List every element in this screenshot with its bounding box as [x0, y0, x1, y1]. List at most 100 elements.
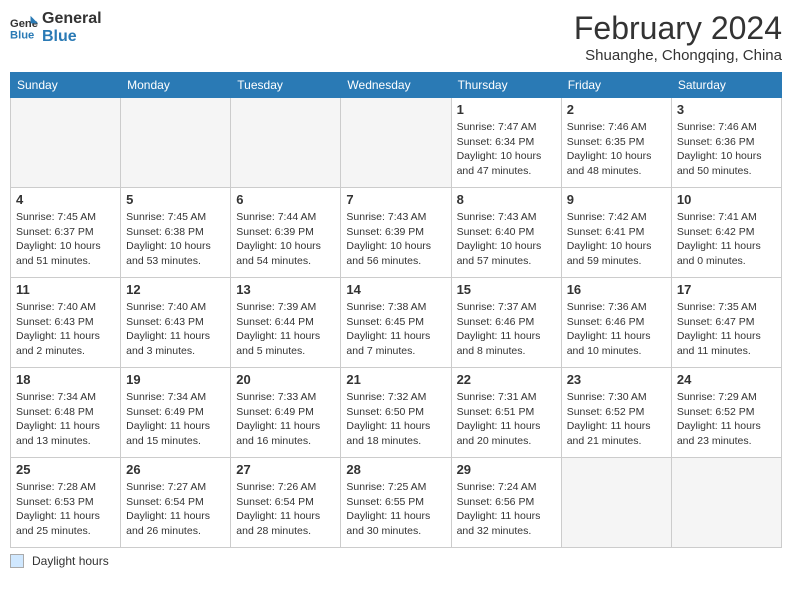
header-saturday: Saturday [671, 73, 781, 98]
table-row [121, 98, 231, 188]
day-info: Sunrise: 7:27 AM Sunset: 6:54 PM Dayligh… [126, 480, 225, 539]
logo-line2: Blue [42, 28, 102, 46]
logo: General Blue General Blue [10, 10, 102, 45]
day-number: 4 [16, 192, 115, 207]
day-info: Sunrise: 7:47 AM Sunset: 6:34 PM Dayligh… [457, 120, 556, 179]
header-tuesday: Tuesday [231, 73, 341, 98]
table-row: 19 Sunrise: 7:34 AM Sunset: 6:49 PM Dayli… [121, 368, 231, 458]
table-row [671, 458, 781, 548]
day-info: Sunrise: 7:46 AM Sunset: 6:35 PM Dayligh… [567, 120, 666, 179]
day-info: Sunrise: 7:32 AM Sunset: 6:50 PM Dayligh… [346, 390, 445, 449]
table-row: 18Sunrise: 7:34 AM Sunset: 6:48 PM Dayli… [11, 368, 121, 458]
table-row: 26 Sunrise: 7:27 AM Sunset: 6:54 PM Dayli… [121, 458, 231, 548]
header-thursday: Thursday [451, 73, 561, 98]
svg-text:Blue: Blue [10, 29, 34, 41]
table-row [231, 98, 341, 188]
table-row: 5 Sunrise: 7:45 AM Sunset: 6:38 PM Daylig… [121, 188, 231, 278]
day-number: 27 [236, 462, 335, 477]
day-info: Sunrise: 7:33 AM Sunset: 6:49 PM Dayligh… [236, 390, 335, 449]
day-number: 6 [236, 192, 335, 207]
title-area: February 2024 Shuanghe, Chongqing, China [574, 10, 782, 64]
month-year-title: February 2024 [574, 10, 782, 47]
table-row: 13 Sunrise: 7:39 AM Sunset: 6:44 PM Dayli… [231, 278, 341, 368]
table-row: 4 Sunrise: 7:45 AM Sunset: 6:37 PM Daylig… [11, 188, 121, 278]
day-info: Sunrise: 7:40 AM Sunset: 6:43 PM Dayligh… [16, 300, 115, 359]
header-friday: Friday [561, 73, 671, 98]
day-info: Sunrise: 7:34 AM Sunset: 6:49 PM Dayligh… [126, 390, 225, 449]
table-row: 8 Sunrise: 7:43 AM Sunset: 6:40 PM Daylig… [451, 188, 561, 278]
day-number: 8 [457, 192, 556, 207]
table-row: 2 Sunrise: 7:46 AM Sunset: 6:35 PM Daylig… [561, 98, 671, 188]
day-info: Sunrise: 7:46 AM Sunset: 6:36 PM Dayligh… [677, 120, 776, 179]
day-info: Sunrise: 7:31 AM Sunset: 6:51 PM Dayligh… [457, 390, 556, 449]
day-number: 14 [346, 282, 445, 297]
day-number: 22 [457, 372, 556, 387]
day-info: Sunrise: 7:45 AM Sunset: 6:38 PM Dayligh… [126, 210, 225, 269]
day-number: 5 [126, 192, 225, 207]
day-number: 19 [126, 372, 225, 387]
day-info: Sunrise: 7:45 AM Sunset: 6:37 PM Dayligh… [16, 210, 115, 269]
table-row: 22 Sunrise: 7:31 AM Sunset: 6:51 PM Dayli… [451, 368, 561, 458]
table-row: 14Sunrise: 7:38 AM Sunset: 6:45 PM Dayli… [341, 278, 451, 368]
day-info: Sunrise: 7:24 AM Sunset: 6:56 PM Dayligh… [457, 480, 556, 539]
table-row: 29 Sunrise: 7:24 AM Sunset: 6:56 PM Dayli… [451, 458, 561, 548]
table-row: 1 Sunrise: 7:47 AM Sunset: 6:34 PM Daylig… [451, 98, 561, 188]
day-number: 17 [677, 282, 776, 297]
calendar-week-5: 25Sunrise: 7:28 AM Sunset: 6:53 PM Dayli… [11, 458, 782, 548]
table-row: 25Sunrise: 7:28 AM Sunset: 6:53 PM Dayli… [11, 458, 121, 548]
day-number: 10 [677, 192, 776, 207]
day-info: Sunrise: 7:39 AM Sunset: 6:44 PM Dayligh… [236, 300, 335, 359]
table-row: 9 Sunrise: 7:42 AM Sunset: 6:41 PM Daylig… [561, 188, 671, 278]
day-number: 1 [457, 102, 556, 117]
day-number: 26 [126, 462, 225, 477]
table-row: 23Sunrise: 7:30 AM Sunset: 6:52 PM Dayli… [561, 368, 671, 458]
table-row: 6Sunrise: 7:44 AM Sunset: 6:39 PM Daylig… [231, 188, 341, 278]
table-row: 10 Sunrise: 7:41 AM Sunset: 6:42 PM Dayli… [671, 188, 781, 278]
day-number: 28 [346, 462, 445, 477]
day-info: Sunrise: 7:29 AM Sunset: 6:52 PM Dayligh… [677, 390, 776, 449]
day-info: Sunrise: 7:41 AM Sunset: 6:42 PM Dayligh… [677, 210, 776, 269]
calendar-week-1: 1 Sunrise: 7:47 AM Sunset: 6:34 PM Daylig… [11, 98, 782, 188]
day-number: 7 [346, 192, 445, 207]
day-info: Sunrise: 7:30 AM Sunset: 6:52 PM Dayligh… [567, 390, 666, 449]
day-number: 9 [567, 192, 666, 207]
day-number: 16 [567, 282, 666, 297]
table-row: 12 Sunrise: 7:40 AM Sunset: 6:43 PM Dayli… [121, 278, 231, 368]
daylight-legend-label: Daylight hours [32, 554, 109, 568]
day-info: Sunrise: 7:35 AM Sunset: 6:47 PM Dayligh… [677, 300, 776, 359]
table-row: 15Sunrise: 7:37 AM Sunset: 6:46 PM Dayli… [451, 278, 561, 368]
location-subtitle: Shuanghe, Chongqing, China [574, 47, 782, 64]
day-info: Sunrise: 7:40 AM Sunset: 6:43 PM Dayligh… [126, 300, 225, 359]
calendar-week-4: 18Sunrise: 7:34 AM Sunset: 6:48 PM Dayli… [11, 368, 782, 458]
table-row: 24 Sunrise: 7:29 AM Sunset: 6:52 PM Dayli… [671, 368, 781, 458]
day-number: 24 [677, 372, 776, 387]
logo-line1: General [42, 10, 102, 28]
table-row [341, 98, 451, 188]
day-info: Sunrise: 7:28 AM Sunset: 6:53 PM Dayligh… [16, 480, 115, 539]
day-info: Sunrise: 7:42 AM Sunset: 6:41 PM Dayligh… [567, 210, 666, 269]
table-row: 28 Sunrise: 7:25 AM Sunset: 6:55 PM Dayli… [341, 458, 451, 548]
table-row: 21 Sunrise: 7:32 AM Sunset: 6:50 PM Dayli… [341, 368, 451, 458]
page-header: General Blue General Blue February 2024 … [10, 10, 782, 64]
day-number: 29 [457, 462, 556, 477]
day-number: 2 [567, 102, 666, 117]
table-row: 20 Sunrise: 7:33 AM Sunset: 6:49 PM Dayli… [231, 368, 341, 458]
day-number: 20 [236, 372, 335, 387]
header-monday: Monday [121, 73, 231, 98]
calendar-week-2: 4 Sunrise: 7:45 AM Sunset: 6:37 PM Daylig… [11, 188, 782, 278]
table-row: 11Sunrise: 7:40 AM Sunset: 6:43 PM Dayli… [11, 278, 121, 368]
header-sunday: Sunday [11, 73, 121, 98]
table-row: 16 Sunrise: 7:36 AM Sunset: 6:46 PM Dayli… [561, 278, 671, 368]
day-number: 15 [457, 282, 556, 297]
day-info: Sunrise: 7:25 AM Sunset: 6:55 PM Dayligh… [346, 480, 445, 539]
day-info: Sunrise: 7:43 AM Sunset: 6:40 PM Dayligh… [457, 210, 556, 269]
day-number: 21 [346, 372, 445, 387]
day-number: 3 [677, 102, 776, 117]
daylight-legend-box [10, 554, 24, 568]
calendar-header-row: Sunday Monday Tuesday Wednesday Thursday… [11, 73, 782, 98]
day-info: Sunrise: 7:36 AM Sunset: 6:46 PM Dayligh… [567, 300, 666, 359]
header-wednesday: Wednesday [341, 73, 451, 98]
day-number: 13 [236, 282, 335, 297]
day-number: 12 [126, 282, 225, 297]
table-row: 3 Sunrise: 7:46 AM Sunset: 6:36 PM Daylig… [671, 98, 781, 188]
